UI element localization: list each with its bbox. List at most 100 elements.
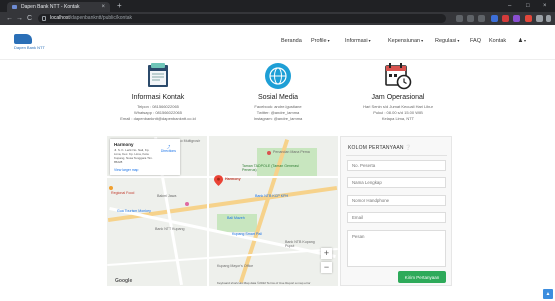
hours-time: Pukul : 08.00 s/d 15.00 WIB xyxy=(373,110,423,115)
nav-label: Informasi xyxy=(345,38,368,44)
card-heading: Informasi Kontak xyxy=(131,94,185,101)
url-host: localhost xyxy=(50,15,70,21)
map-label: Taman TADPOLE (Taman Generasi Penerus) xyxy=(242,164,299,172)
nav-label: Profile xyxy=(311,38,327,44)
map-footer[interactable]: Keyboard shortcuts Map data ©2022 Terms … xyxy=(217,281,311,285)
chevron-down-icon: ▾ xyxy=(368,38,371,43)
close-window-button[interactable]: × xyxy=(543,0,547,12)
back-icon[interactable]: ← xyxy=(6,12,13,25)
search-icon[interactable] xyxy=(456,15,463,22)
street xyxy=(207,136,209,286)
map-label: Penandan Mana Pema xyxy=(273,150,310,154)
tab-title: Dapen Bank NTT - Kontak xyxy=(21,4,80,10)
nav-kepensiunan[interactable]: Kepensiunan▾ xyxy=(388,38,423,44)
map-label: Bank NTB KCP KPH xyxy=(255,194,289,198)
reload-icon[interactable]: C xyxy=(27,12,32,25)
star-icon[interactable] xyxy=(478,15,485,22)
nav-faq[interactable]: FAQ xyxy=(470,38,481,44)
message-textarea[interactable] xyxy=(347,230,446,267)
site-header: Dapen Bank NTT Beranda Profile▾ Informas… xyxy=(0,25,555,60)
globe-icon xyxy=(265,63,291,89)
map-label: Kupang Smart Pall xyxy=(232,232,262,236)
divider xyxy=(346,155,447,156)
nav-kontak[interactable]: Kontak xyxy=(489,38,506,44)
map-poi[interactable] xyxy=(267,151,271,155)
map-info-box: Harmony Jl. S. K. Lerik No. Nail, Kp. Li… xyxy=(110,139,180,175)
nav-label: Regulasi xyxy=(435,38,457,44)
place-address: Jl. S. K. Lerik No. Nail, Kp. Lima, Kec.… xyxy=(114,148,153,164)
chevron-down-icon: ▾ xyxy=(457,38,460,43)
social-instagram: Instagram: @andre_lamma xyxy=(253,116,303,121)
google-map[interactable]: Toko Multigrosir Penandan Mana Pema Tama… xyxy=(107,136,338,286)
site-logo[interactable]: Dapen Bank NTT xyxy=(14,34,54,50)
map-label: Bali Mazeh xyxy=(227,216,245,220)
forward-icon[interactable]: → xyxy=(16,12,23,25)
url-bar[interactable]: localhost/dapenbankntt/public/kontak xyxy=(38,14,446,23)
email-input[interactable] xyxy=(347,212,446,223)
extension-icon[interactable] xyxy=(491,15,498,22)
map-poi[interactable] xyxy=(109,186,113,190)
map-label: Bank NTB Kupang Puput xyxy=(285,240,315,248)
google-logo: Google xyxy=(115,278,133,284)
form-title-text: KOLOM PERTANYAAN xyxy=(348,145,404,151)
minimize-button[interactable]: – xyxy=(508,0,511,12)
browser-tab-bar: Dapen Bank NTT - Kontak × + – □ × xyxy=(0,0,555,12)
map-label: Bank NTT Kupang xyxy=(155,227,185,231)
directions-label: Directions xyxy=(160,149,176,153)
operating-hours-card: Jam Operasional Hari Senin s/d Jumat Kec… xyxy=(328,62,468,128)
nav-label: Kepensiunan xyxy=(388,38,421,44)
extension-icon[interactable] xyxy=(513,15,520,22)
social-facebook: Facebook: andre.lgustiane xyxy=(254,104,302,109)
card-heading: Jam Operasional xyxy=(371,94,425,101)
chevron-down-icon: ▾ xyxy=(327,38,330,43)
full-name-input[interactable] xyxy=(347,177,446,188)
puzzle-icon[interactable] xyxy=(536,15,543,22)
phone-number-input[interactable] xyxy=(347,195,446,206)
hours-days: Hari Senin s/d Jumat Kecuali Hari Libur xyxy=(363,104,433,109)
chevron-down-icon: ▾ xyxy=(421,38,424,43)
help-icon: ❔ xyxy=(405,145,412,151)
nav-profile[interactable]: Profile▾ xyxy=(311,38,330,44)
card-heading: Sosial Media xyxy=(257,94,299,101)
map-poi[interactable] xyxy=(185,202,189,206)
contact-phone: Telpon : 081566022065 xyxy=(137,104,179,109)
share-icon[interactable] xyxy=(467,15,474,22)
address-bar-row: ← → C localhost/dapenbankntt/public/kont… xyxy=(0,12,555,25)
nav-regulasi[interactable]: Regulasi▾ xyxy=(435,38,459,44)
social-media-card: Sosial Media Facebook: andre.lgustiane T… xyxy=(208,62,348,128)
social-twitter: Twitter: @andre_lamma xyxy=(256,110,300,115)
browser-tab[interactable]: Dapen Bank NTT - Kontak × xyxy=(7,2,110,12)
scroll-to-top-button[interactable]: ▲ xyxy=(543,289,553,299)
user-menu[interactable]: ♟▾ xyxy=(518,38,526,44)
participant-number-input[interactable] xyxy=(347,160,446,171)
hours-location: Kelapa Lima, NTT xyxy=(381,116,415,121)
map-pin-icon[interactable] xyxy=(214,175,223,186)
zoom-out-button[interactable]: − xyxy=(321,262,332,273)
zoom-in-button[interactable]: + xyxy=(321,248,332,259)
extension-icon[interactable] xyxy=(502,15,509,22)
tab-close-icon[interactable]: × xyxy=(101,2,105,12)
menu-icon[interactable] xyxy=(546,15,551,22)
view-larger-map-link[interactable]: View larger map xyxy=(114,168,138,172)
submit-question-button[interactable]: Kirim Pertanyaan xyxy=(398,271,446,283)
place-title: Harmony xyxy=(114,142,134,147)
nav-beranda[interactable]: Beranda xyxy=(281,38,302,44)
map-pin-label: Harmony xyxy=(225,177,241,181)
maximize-button[interactable]: □ xyxy=(526,0,530,12)
logo-mark xyxy=(14,34,32,44)
map-label: Regional Food xyxy=(111,191,135,195)
nav-informasi[interactable]: Informasi▾ xyxy=(345,38,371,44)
extension-icon[interactable] xyxy=(525,15,532,22)
url-path: /dapenbankntt/public/kontak xyxy=(69,15,133,21)
map-label: Kupang Mayor's Office xyxy=(217,264,254,268)
user-icon: ♟ xyxy=(518,38,523,44)
form-title: KOLOM PERTANYAAN ❔ xyxy=(348,145,412,151)
contact-whatsapp: Whatsapp : 081566022065 xyxy=(133,110,183,115)
contact-email: Email : dapenbankntt@dapenbankntt.co.id xyxy=(120,116,196,121)
favicon-icon xyxy=(12,5,17,9)
directions-link[interactable]: ⤴ Directions xyxy=(161,144,176,153)
question-form: KOLOM PERTANYAAN ❔ Kirim Pertanyaan xyxy=(340,136,452,286)
calendar-clock-icon xyxy=(385,63,412,90)
new-tab-button[interactable]: + xyxy=(117,1,122,11)
chevron-down-icon: ▾ xyxy=(523,38,526,43)
